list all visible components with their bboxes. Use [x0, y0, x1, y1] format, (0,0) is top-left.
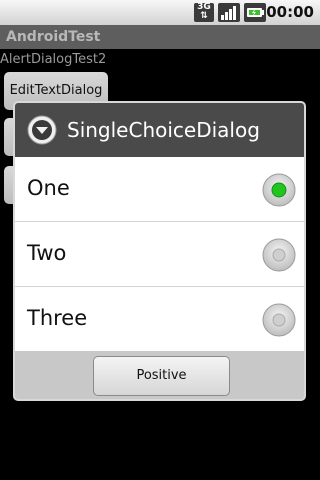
3g-icon: 3G ⇅ — [194, 3, 214, 22]
battery-charging-icon — [244, 3, 266, 22]
option-one[interactable]: One — [15, 157, 304, 221]
dialog-header: SingleChoiceDialog — [15, 103, 304, 157]
option-label: One — [27, 176, 70, 200]
positive-button[interactable]: Positive — [93, 356, 230, 396]
option-three[interactable]: Three — [15, 286, 304, 350]
data-arrows-icon: ⇅ — [200, 11, 208, 21]
title-bar: AndroidTest — [0, 25, 320, 49]
dialog-info-icon — [27, 115, 57, 145]
radio-unselected-icon[interactable] — [262, 238, 296, 272]
app-title: AndroidTest — [6, 29, 101, 45]
option-label: Three — [27, 306, 88, 330]
activity-label: AlertDialogTest2 — [0, 52, 107, 67]
dialog-button-bar: Positive — [15, 351, 304, 399]
dialog-title: SingleChoiceDialog — [67, 118, 260, 142]
radio-selected-icon[interactable] — [262, 173, 296, 207]
option-two[interactable]: Two — [15, 221, 304, 285]
option-label: Two — [27, 241, 67, 265]
radio-unselected-icon[interactable] — [262, 303, 296, 337]
status-bar: 3G ⇅ 00:00 — [0, 0, 320, 25]
signal-icon — [218, 3, 240, 22]
single-choice-dialog: SingleChoiceDialog One Two Three Positiv… — [13, 101, 306, 401]
clock: 00:00 — [266, 3, 314, 21]
